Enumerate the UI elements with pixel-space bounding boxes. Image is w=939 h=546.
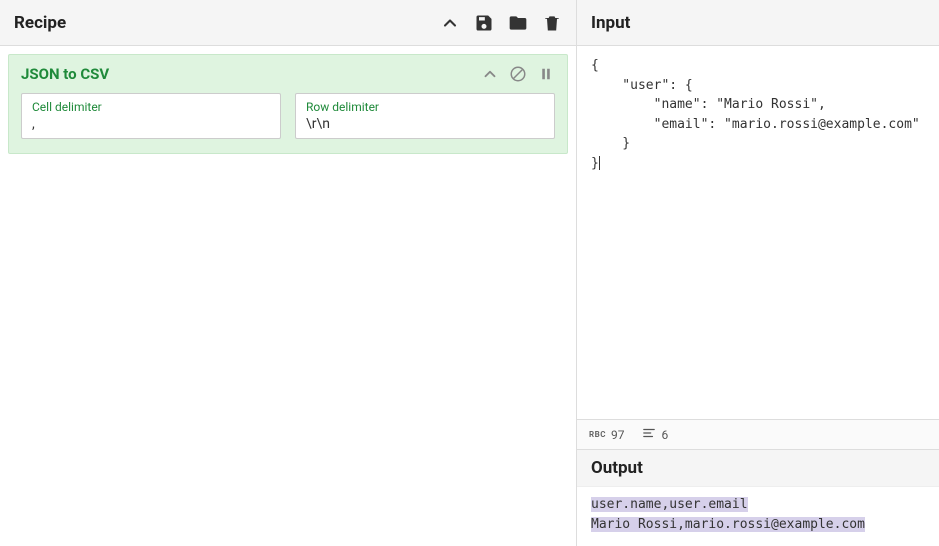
status-chars-label: RBC	[589, 430, 606, 439]
chevron-up-icon[interactable]	[481, 65, 499, 83]
output-body[interactable]: user.name,user.email Mario Rossi,mario.r…	[577, 487, 939, 546]
operation-title: JSON to CSV	[21, 65, 109, 83]
disable-icon[interactable]	[509, 65, 527, 83]
status-lines-value: 6	[661, 428, 668, 442]
status-bar: RBC 97 6	[577, 419, 939, 450]
input-textarea[interactable]: { "user": { "name": "Mario Rossi", "emai…	[577, 46, 939, 419]
recipe-header: Recipe	[0, 0, 576, 46]
operation-controls	[481, 65, 555, 83]
collapse-icon[interactable]	[440, 13, 460, 33]
input-header: Input	[577, 0, 939, 46]
input-title: Input	[591, 13, 630, 33]
operation-header: JSON to CSV	[21, 65, 555, 83]
output-title: Output	[591, 458, 925, 478]
recipe-pane: Recipe JSON to CSV	[0, 0, 577, 546]
output-line-1: user.name,user.email	[591, 497, 748, 512]
cell-delimiter-label: Cell delimiter	[32, 100, 270, 114]
recipe-toolbar	[440, 13, 562, 33]
row-delimiter-field[interactable]: Row delimiter	[295, 93, 555, 139]
output-header: Output	[577, 450, 939, 487]
output-section: Output user.name,user.email Mario Rossi,…	[577, 450, 939, 546]
recipe-title: Recipe	[14, 13, 66, 33]
status-chars-value: 97	[611, 428, 625, 442]
status-chars: RBC 97	[589, 428, 624, 442]
folder-icon[interactable]	[508, 13, 528, 33]
save-icon[interactable]	[474, 13, 494, 33]
trash-icon[interactable]	[542, 13, 562, 33]
text-cursor	[599, 156, 600, 170]
row-delimiter-label: Row delimiter	[306, 100, 544, 114]
io-pane: Input { "user": { "name": "Mario Rossi",…	[577, 0, 939, 546]
operation-fields: Cell delimiter Row delimiter	[21, 93, 555, 139]
lines-icon	[642, 426, 656, 443]
cell-delimiter-input[interactable]	[32, 116, 270, 132]
input-text-content: { "user": { "name": "Mario Rossi", "emai…	[591, 58, 920, 171]
status-lines: 6	[642, 426, 668, 443]
pause-icon[interactable]	[537, 65, 555, 83]
row-delimiter-input[interactable]	[306, 116, 544, 132]
cell-delimiter-field[interactable]: Cell delimiter	[21, 93, 281, 139]
output-line-2: Mario Rossi,mario.rossi@example.com	[591, 517, 865, 532]
operation-json-to-csv[interactable]: JSON to CSV Cell delimiter Row delimiter	[8, 54, 568, 154]
